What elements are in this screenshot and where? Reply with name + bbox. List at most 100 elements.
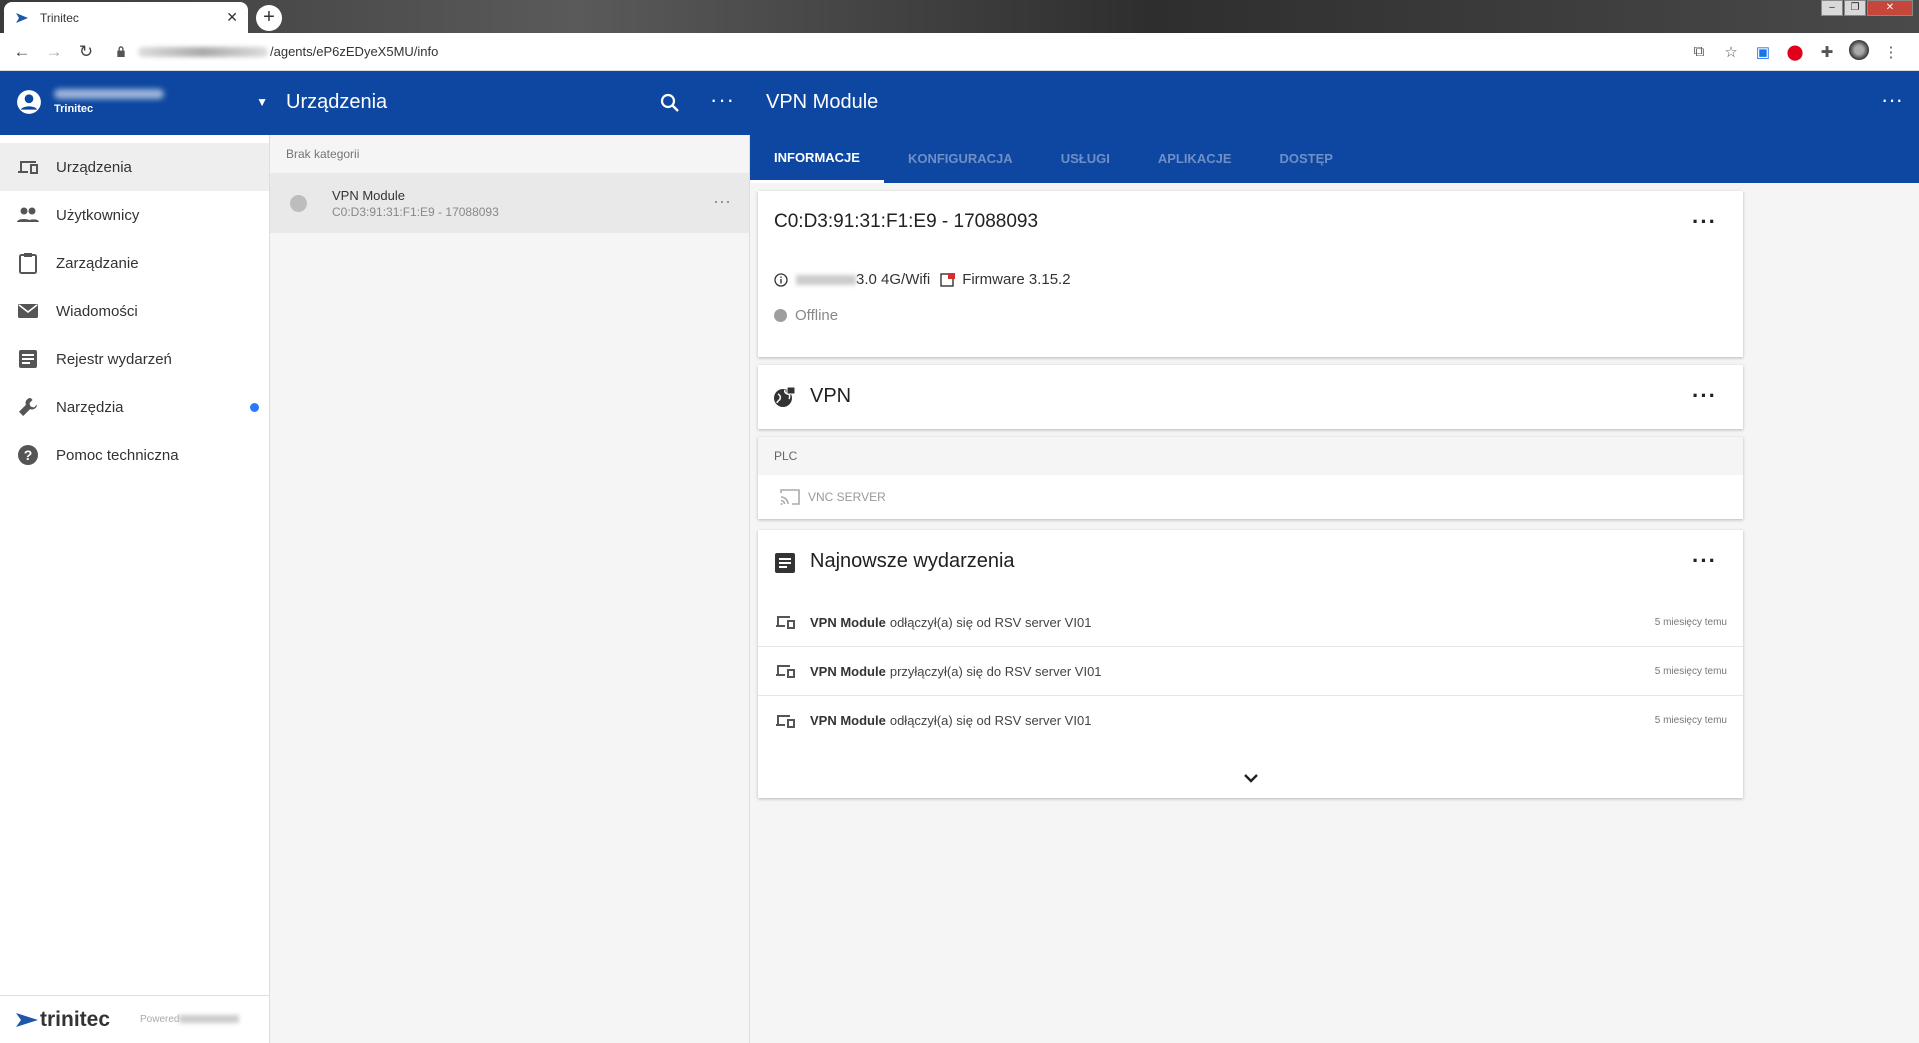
vpn-card-more-icon[interactable]: ··· xyxy=(1692,383,1717,409)
status-text: Offline xyxy=(795,307,839,324)
vnc-server-service[interactable]: VNC SERVER xyxy=(758,475,1743,519)
tab-dostep[interactable]: DOSTĘP xyxy=(1256,135,1357,183)
event-row[interactable]: VPN Module odłączył(a) się od RSV server… xyxy=(758,598,1743,647)
tab-konfiguracja[interactable]: KONFIGURACJA xyxy=(884,135,1037,183)
sidebar-item-label: Narzędzia xyxy=(56,398,124,416)
sidebar-item-label: Rejestr wydarzeń xyxy=(56,350,172,368)
account-org-name: Trinitec xyxy=(54,103,94,115)
search-icon[interactable] xyxy=(658,91,682,115)
lock-icon xyxy=(117,46,125,57)
device-row[interactable]: VPN Module C0:D3:91:31:F1:E9 - 17088093 … xyxy=(270,173,749,233)
event-device: VPN Module xyxy=(810,663,886,679)
device-info-card: C0:D3:91:31:F1:E9 - 17088093 ··· 3.0 4G/… xyxy=(758,191,1743,357)
vpn-globe-icon xyxy=(774,386,796,407)
device-model: 3.0 4G/Wifi xyxy=(856,271,931,288)
minimize-button[interactable]: – xyxy=(1821,0,1843,16)
detail-more-icon[interactable]: ··· xyxy=(1881,87,1903,113)
chevron-down-icon xyxy=(1243,774,1258,783)
plc-section-header: PLC xyxy=(758,437,1743,475)
sidebar-item-uzytkownicy[interactable]: Użytkownicy xyxy=(0,191,269,239)
svg-text:?: ? xyxy=(24,447,33,463)
expand-events-button[interactable] xyxy=(758,758,1743,798)
forward-icon[interactable]: → xyxy=(38,42,70,62)
url-field[interactable]: /agents/eP6zEDyeX5MU/info xyxy=(116,44,1683,59)
sidebar-item-narzedzia[interactable]: Narzędzia xyxy=(0,383,269,431)
event-row[interactable]: VPN Module odłączył(a) się od RSV server… xyxy=(758,696,1743,745)
detail-title: VPN Module xyxy=(766,91,879,113)
tab-aplikacje[interactable]: APLIKACJE xyxy=(1134,135,1256,183)
sidebar-item-pomoc-techniczna[interactable]: ? Pomoc techniczna xyxy=(0,431,269,479)
chevron-down-icon[interactable]: ▼ xyxy=(256,95,268,109)
event-row[interactable]: VPN Module przyłączył(a) się do RSV serv… xyxy=(758,647,1743,696)
sidebar-item-urzadzenia[interactable]: Urządzenia xyxy=(0,143,269,191)
vpn-services: PLC VNC SERVER xyxy=(758,437,1743,519)
device-more-icon[interactable]: ··· xyxy=(713,191,731,212)
tab-title: Trinitec xyxy=(40,10,79,25)
device-status: Offline xyxy=(774,307,838,324)
browser-menu-icon[interactable]: ⋮ xyxy=(1875,43,1907,61)
sidebar-footer: trinitec Powered xyxy=(0,995,270,1043)
translate-extension-icon[interactable]: ▣ xyxy=(1747,43,1779,61)
top-bar-left: Trinitec ▼ Urządzenia ··· xyxy=(0,71,750,135)
device-list: Brak kategorii VPN Module C0:D3:91:31:F1… xyxy=(270,135,750,1043)
bookmark-star-icon[interactable]: ☆ xyxy=(1715,43,1747,61)
device-icon xyxy=(776,616,795,629)
translate-icon[interactable]: ⧉ xyxy=(1683,43,1715,60)
sidebar-item-wiadomosci[interactable]: Wiadomości xyxy=(0,287,269,335)
events-card-more-icon[interactable]: ··· xyxy=(1692,548,1717,574)
event-device: VPN Module xyxy=(810,713,886,728)
trinitec-logo: trinitec xyxy=(16,1008,110,1032)
extensions-puzzle-icon[interactable]: ✚ xyxy=(1811,43,1843,61)
devices-icon xyxy=(18,161,38,174)
window-controls: – ❐ ✕ xyxy=(1820,0,1913,16)
cast-icon xyxy=(780,489,800,505)
profile-avatar[interactable] xyxy=(1843,39,1875,64)
help-icon: ? xyxy=(18,445,38,465)
device-icon xyxy=(776,665,795,678)
device-id: C0:D3:91:31:F1:E9 - 17088093 xyxy=(332,204,499,219)
account-user-blurred xyxy=(54,89,164,99)
close-window-button[interactable]: ✕ xyxy=(1867,0,1913,16)
browser-extensions: ⧉ ☆ ▣ ⬤ ✚ ⋮ xyxy=(1683,39,1907,64)
logo-arrow-icon xyxy=(16,1012,38,1027)
url-path: /agents/eP6zEDyeX5MU/info xyxy=(270,44,439,59)
model-blurred xyxy=(796,274,856,285)
mail-icon xyxy=(18,304,38,318)
event-text: przyłączył(a) się do RSV server VI01 xyxy=(889,663,1102,679)
category-header: Brak kategorii xyxy=(286,147,360,161)
reload-icon[interactable]: ↻ xyxy=(70,42,102,62)
event-device: VPN Module xyxy=(810,614,886,630)
close-tab-icon[interactable]: ✕ xyxy=(226,9,238,26)
sidebar-item-label: Użytkownicy xyxy=(56,206,140,224)
clipboard-icon xyxy=(19,253,37,274)
logo-text: trinitec xyxy=(40,1007,111,1031)
tab-informacje[interactable]: INFORMACJE xyxy=(750,135,884,183)
back-icon[interactable]: ← xyxy=(6,42,38,62)
device-name: VPN Module xyxy=(332,187,405,203)
sidebar-item-label: Urządzenia xyxy=(56,158,132,176)
address-bar: ← → ↻ /agents/eP6zEDyeX5MU/info ⧉ ☆ ▣ ⬤ … xyxy=(0,33,1919,71)
device-info-title: C0:D3:91:31:F1:E9 - 17088093 xyxy=(774,211,1039,232)
events-card: Najnowsze wydarzenia ··· VPN Module odłą… xyxy=(758,530,1743,798)
list-more-icon[interactable]: ··· xyxy=(710,87,735,113)
device-status-dot xyxy=(290,194,307,212)
url-host-blurred xyxy=(138,46,268,57)
sidebar-item-rejestr-wydarzen[interactable]: Rejestr wydarzeń xyxy=(0,335,269,383)
browser-tab[interactable]: Trinitec ✕ xyxy=(4,2,248,33)
detail-tabs: INFORMACJE KONFIGURACJA USŁUGI APLIKACJE… xyxy=(750,135,1357,183)
event-time: 5 miesięcy temu xyxy=(1654,616,1727,628)
vpn-title: VPN xyxy=(810,385,852,407)
new-tab-button[interactable]: + xyxy=(256,5,282,31)
info-card-more-icon[interactable]: ··· xyxy=(1692,209,1717,235)
notification-dot xyxy=(250,402,259,412)
events-title: Najnowsze wydarzenia xyxy=(810,550,1015,572)
account-switcher[interactable]: Trinitec ▼ xyxy=(16,89,268,115)
sidebar-item-zarzadzanie[interactable]: Zarządzanie xyxy=(0,239,269,287)
restore-button[interactable]: ❐ xyxy=(1844,0,1866,16)
detail-content: C0:D3:91:31:F1:E9 - 17088093 ··· 3.0 4G/… xyxy=(750,183,1919,1043)
tab-uslugi[interactable]: USŁUGI xyxy=(1037,135,1134,183)
trinitec-favicon-icon xyxy=(16,12,28,23)
event-log-icon xyxy=(775,553,795,573)
opera-extension-icon[interactable]: ⬤ xyxy=(1779,43,1811,61)
powered-by: Powered xyxy=(140,1014,240,1025)
